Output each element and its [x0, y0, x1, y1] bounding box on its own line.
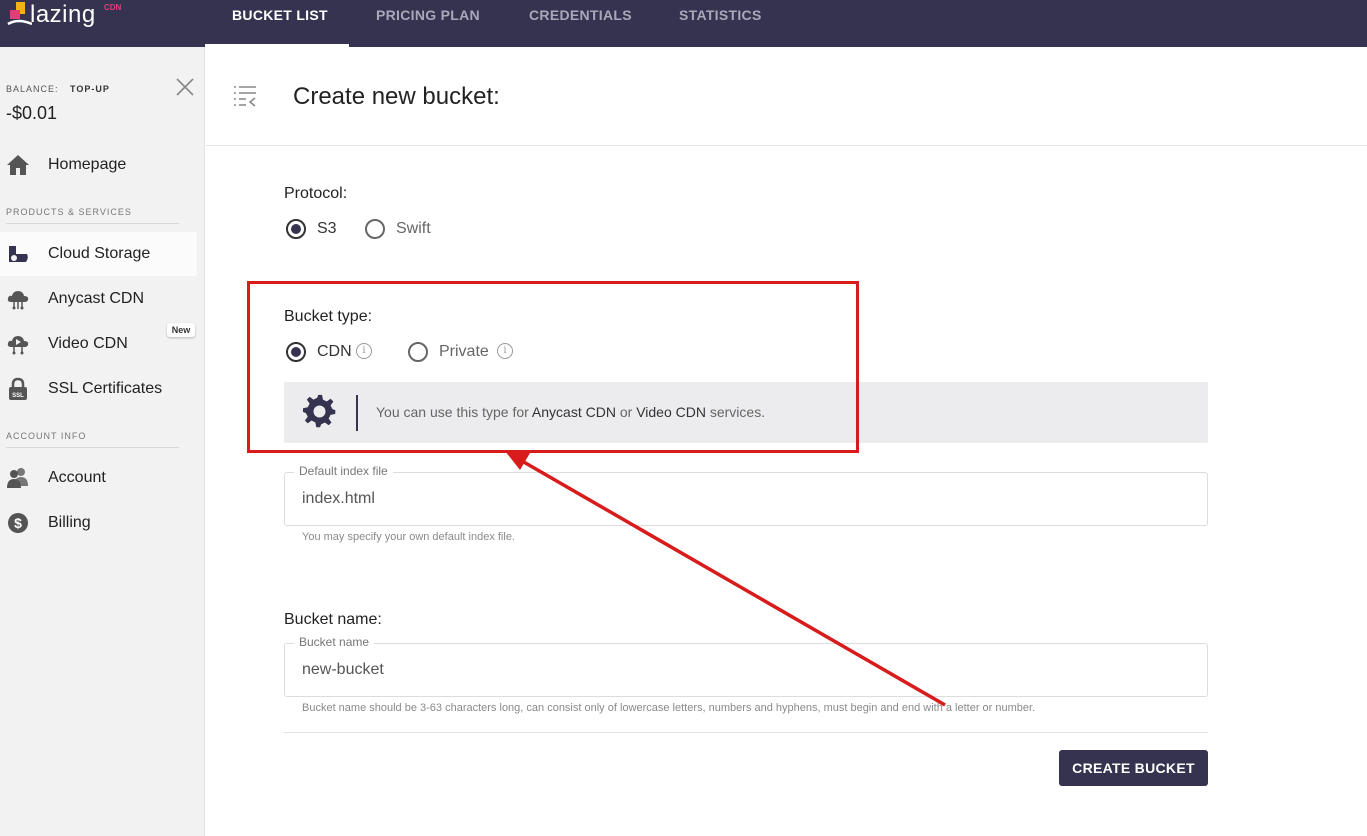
sidebar-item-billing[interactable]: $ Billing: [0, 501, 197, 545]
sidebar: BALANCE: TOP-UP -$0.01 Homepage PRODUCTS…: [0, 47, 205, 836]
sidebar-item-label: Homepage: [48, 156, 127, 173]
logo-mark-icon: [7, 2, 32, 26]
index-file-legend: Default index file: [294, 464, 393, 478]
svg-text:$: $: [14, 515, 22, 531]
svg-text:SSL: SSL: [12, 393, 24, 399]
index-file-hint: You may specify your own default index f…: [302, 531, 515, 543]
balance-value: -$0.01: [6, 103, 58, 123]
cloud-network-icon: [7, 291, 29, 310]
sidebar-item-account[interactable]: Account: [0, 456, 197, 500]
home-icon: [7, 155, 29, 175]
close-icon[interactable]: [176, 78, 194, 96]
radio-s3-label[interactable]: S3: [317, 220, 337, 238]
sidebar-item-label: Video CDN: [48, 335, 128, 352]
bucket-name-legend: Bucket name: [294, 635, 375, 649]
tab-pricing-plan[interactable]: PRICING PLAN: [376, 0, 480, 47]
bucket-name-hint: Bucket name should be 3-63 characters lo…: [302, 702, 1036, 714]
cloud-storage-icon: [9, 246, 28, 262]
section-divider: [6, 223, 179, 224]
logo[interactable]: lazing CDN: [0, 0, 205, 47]
collapse-menu-icon[interactable]: [233, 85, 257, 107]
index-file-input[interactable]: [302, 487, 1182, 511]
new-badge: New: [167, 323, 195, 337]
lock-icon: SSL: [9, 377, 27, 400]
radio-s3[interactable]: [286, 219, 306, 239]
logo-wordmark: lazing: [30, 1, 96, 28]
protocol-label: Protocol:: [284, 185, 348, 202]
dollar-icon: $: [8, 513, 28, 533]
bucket-name-label: Bucket name:: [284, 611, 382, 628]
annotation-highlight-box: [247, 281, 859, 453]
page-header: Create new bucket:: [206, 47, 1367, 146]
balance-label: BALANCE:: [6, 84, 59, 94]
sidebar-item-ssl-certificates[interactable]: SSL SSL Certificates: [0, 367, 197, 411]
section-heading-products: PRODUCTS & SERVICES: [6, 207, 132, 217]
page-title: Create new bucket:: [293, 83, 500, 110]
users-icon: [7, 468, 28, 488]
index-file-field: Default index file: [284, 464, 1208, 526]
tab-bucket-list[interactable]: BUCKET LIST: [232, 0, 328, 47]
radio-swift-label[interactable]: Swift: [396, 220, 431, 238]
sidebar-item-homepage[interactable]: Homepage: [0, 143, 197, 187]
top-navigation-bar: lazing CDN BUCKET LIST PRICING PLAN CRED…: [0, 0, 1367, 47]
sidebar-item-label: Account: [48, 469, 106, 486]
video-cloud-icon: [7, 336, 29, 355]
sidebar-item-cloud-storage[interactable]: Cloud Storage: [0, 232, 197, 276]
tab-statistics[interactable]: STATISTICS: [679, 0, 762, 47]
tab-credentials[interactable]: CREDENTIALS: [529, 0, 632, 47]
sidebar-item-label: Cloud Storage: [48, 245, 151, 262]
sidebar-item-label: Anycast CDN: [48, 290, 145, 307]
sidebar-item-anycast-cdn[interactable]: Anycast CDN: [0, 277, 197, 321]
section-heading-account: ACCOUNT INFO: [6, 431, 87, 441]
sidebar-item-label: SSL Certificates: [48, 380, 163, 397]
section-divider: [6, 447, 179, 448]
sidebar-item-label: Billing: [48, 514, 91, 531]
top-up-link[interactable]: TOP-UP: [70, 84, 110, 94]
form-divider: [284, 732, 1208, 733]
bucket-name-input[interactable]: [302, 658, 1182, 682]
radio-swift[interactable]: [365, 219, 385, 239]
bucket-name-field: Bucket name: [284, 635, 1208, 697]
create-bucket-button[interactable]: CREATE BUCKET: [1059, 750, 1208, 786]
logo-superscript: CDN: [104, 3, 122, 12]
